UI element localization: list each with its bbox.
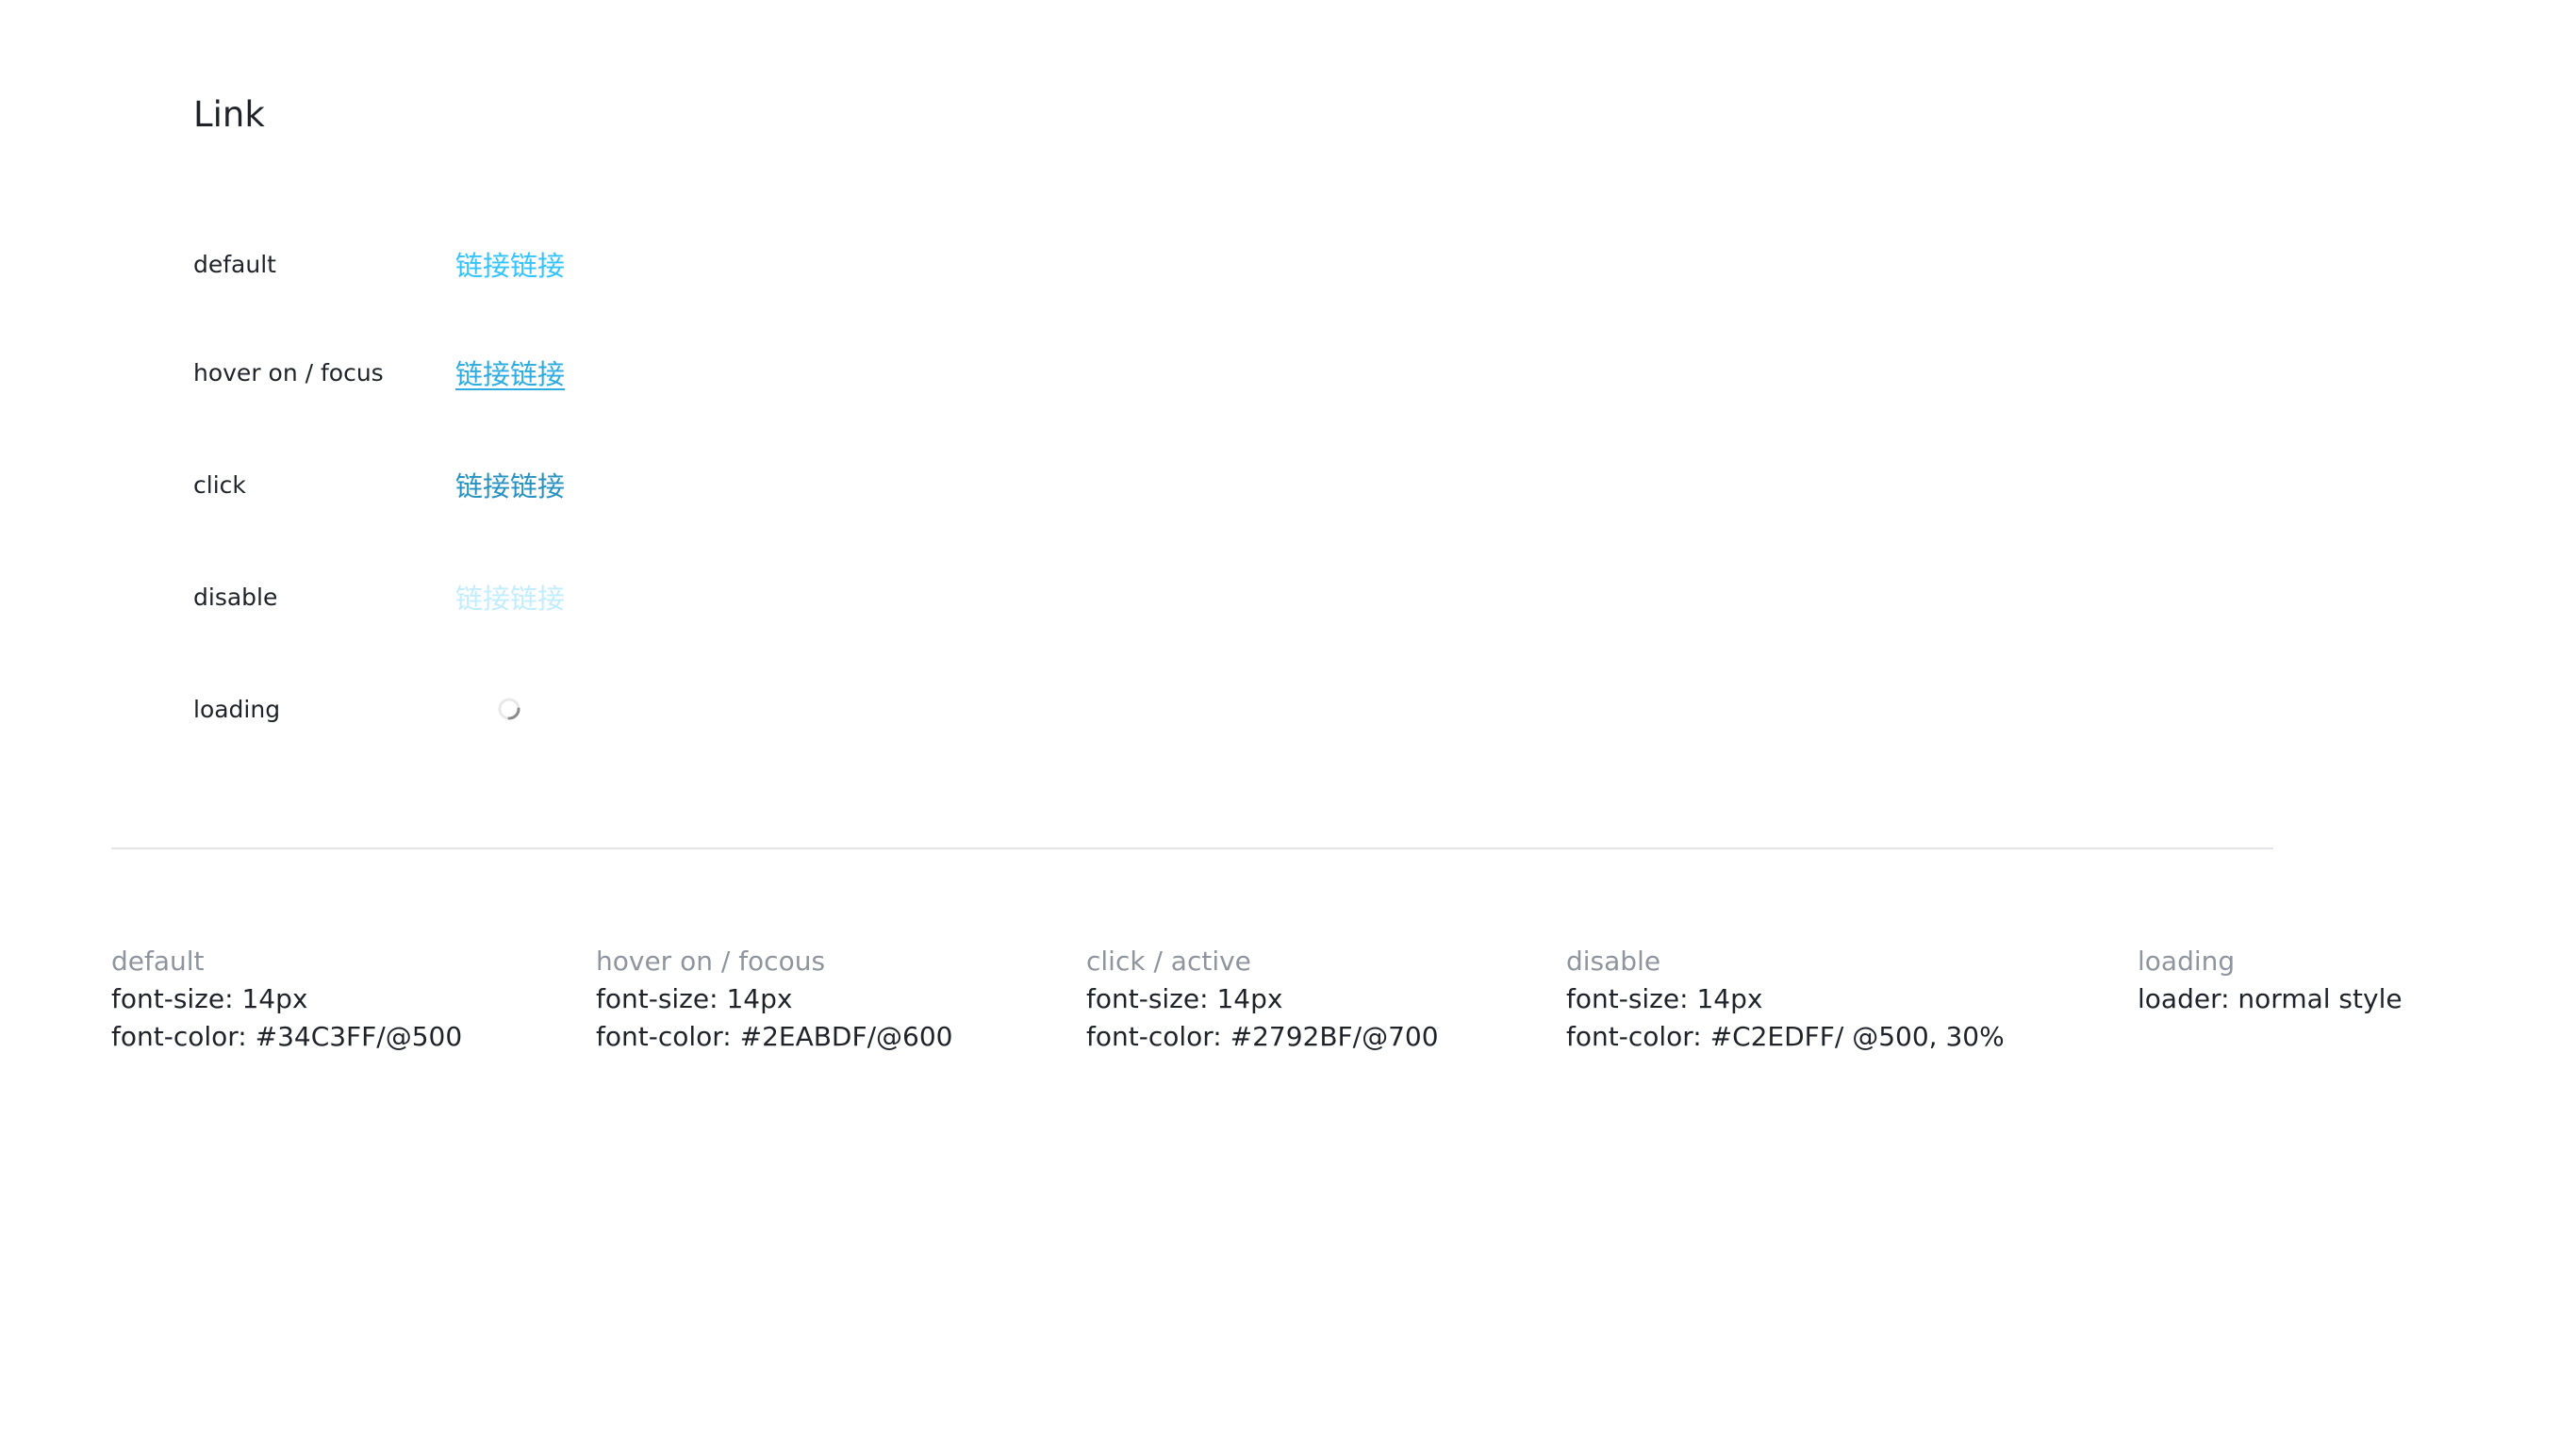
state-row-click: click 链接链接 [193, 466, 565, 503]
state-row-default: default 链接链接 [193, 245, 565, 283]
spec-line: font-size: 14px [111, 983, 308, 1014]
link-hover[interactable]: 链接链接 [455, 353, 565, 392]
state-label-default: default [193, 250, 276, 278]
spec-line: loader: normal style [2138, 983, 2403, 1014]
spec-click: click / active font-size: 14px font-colo… [1086, 943, 1439, 1056]
spec-hover: hover on / focous font-size: 14px font-c… [596, 943, 952, 1056]
spec-line: font-color: #2EABDF/@600 [596, 1021, 953, 1052]
link-click[interactable]: 链接链接 [455, 465, 565, 504]
link-default[interactable]: 链接链接 [455, 244, 565, 284]
link-disable: 链接链接 [455, 583, 566, 615]
state-label-loading: loading [193, 695, 281, 723]
state-row-loading: loading [193, 690, 566, 728]
spec-heading: hover on / focous [596, 946, 826, 977]
spec-line: font-size: 14px [1566, 983, 1763, 1014]
state-label-click: click [193, 470, 246, 499]
spec-heading: click / active [1086, 946, 1251, 977]
spec-line: font-color: #34C3FF/@500 [111, 1021, 463, 1052]
spec-heading: disable [1566, 946, 1661, 977]
spec-heading: default [111, 946, 205, 977]
state-row-disable: disable 链接链接 [193, 578, 565, 616]
spec-default: default font-size: 14px font-color: #34C… [111, 943, 462, 1056]
spec-line: font-size: 14px [596, 983, 793, 1014]
spec-line: font-color: #C2EDFF/ @500, 30% [1566, 1021, 2005, 1052]
state-label-hover: hover on / focus [193, 358, 384, 387]
spec-line: font-color: #2792BF/@700 [1086, 1021, 1439, 1052]
page-title: Link [193, 94, 265, 135]
spec-heading: loading [2138, 946, 2236, 977]
state-label-disable: disable [193, 583, 278, 611]
spec-line: font-size: 14px [1086, 983, 1283, 1014]
loading-indicator [453, 697, 566, 721]
spinner-icon [498, 698, 520, 720]
spec-loading: loading loader: normal style [2138, 943, 2403, 1018]
spec-disable: disable font-size: 14px font-color: #C2E… [1566, 943, 2005, 1056]
state-row-hover: hover on / focus 链接链接 [193, 354, 565, 391]
section-divider [111, 847, 2273, 849]
